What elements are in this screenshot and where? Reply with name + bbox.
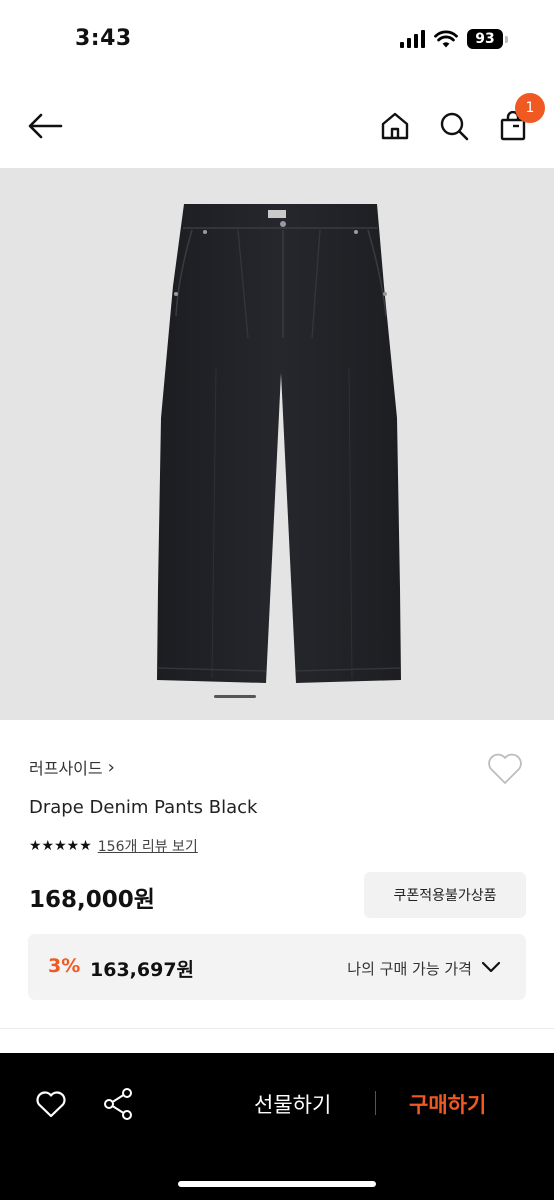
heart-outline-icon xyxy=(488,753,522,784)
rating-row: ★★★★★ 156개 리뷰 보기 xyxy=(29,836,198,856)
status-bar: 3:43 93 xyxy=(0,0,554,84)
my-price-dropdown[interactable]: 3% 163,697원 나의 구매 가능 가격 xyxy=(28,934,526,1000)
search-icon xyxy=(440,112,469,141)
battery-icon: 93 xyxy=(467,29,508,49)
heart-icon[interactable] xyxy=(35,1089,67,1119)
back-button[interactable] xyxy=(25,106,65,146)
denim-pants-image xyxy=(157,204,402,683)
battery-level: 93 xyxy=(467,29,503,49)
search-button[interactable] xyxy=(434,106,474,146)
cart-count-badge: 1 xyxy=(515,93,545,123)
back-arrow-icon xyxy=(28,113,63,139)
share-icon[interactable] xyxy=(102,1087,134,1121)
status-icons: 93 xyxy=(400,29,508,49)
bottom-action-bar: 선물하기 구매하기 xyxy=(0,1053,554,1200)
status-time: 3:43 xyxy=(75,26,132,51)
signal-icon xyxy=(400,30,425,48)
discount-rate: 3% xyxy=(48,955,81,977)
brand-link[interactable]: 러프사이드 › xyxy=(29,755,115,779)
image-page-indicator xyxy=(214,695,256,698)
final-price: 163,697원 xyxy=(90,959,195,981)
chevron-right-icon: › xyxy=(107,756,115,778)
home-button[interactable] xyxy=(375,106,415,146)
like-button[interactable] xyxy=(486,750,524,786)
wifi-icon xyxy=(434,30,458,48)
brand-name: 러프사이드 xyxy=(29,759,103,778)
my-price-label: 나의 구매 가능 가격 xyxy=(347,960,472,978)
product-price: 168,000원 xyxy=(29,887,155,913)
chevron-down-icon xyxy=(481,961,501,973)
gift-button[interactable]: 선물하기 xyxy=(254,1089,331,1119)
coupon-unavailable-badge: 쿠폰적용불가상품 xyxy=(364,872,526,918)
buy-button[interactable]: 구매하기 xyxy=(409,1089,486,1119)
product-name: Drape Denim Pants Black xyxy=(29,797,258,818)
review-link[interactable]: 156개 리뷰 보기 xyxy=(98,836,198,856)
cart-button[interactable]: 1 xyxy=(493,93,545,146)
star-rating-icon: ★★★★★ xyxy=(29,838,92,854)
product-image[interactable] xyxy=(0,168,554,720)
bottom-bar-divider xyxy=(375,1091,376,1115)
top-nav: 1 xyxy=(0,84,554,168)
section-divider xyxy=(0,1028,554,1029)
home-indicator xyxy=(178,1181,376,1187)
home-icon xyxy=(381,112,409,140)
